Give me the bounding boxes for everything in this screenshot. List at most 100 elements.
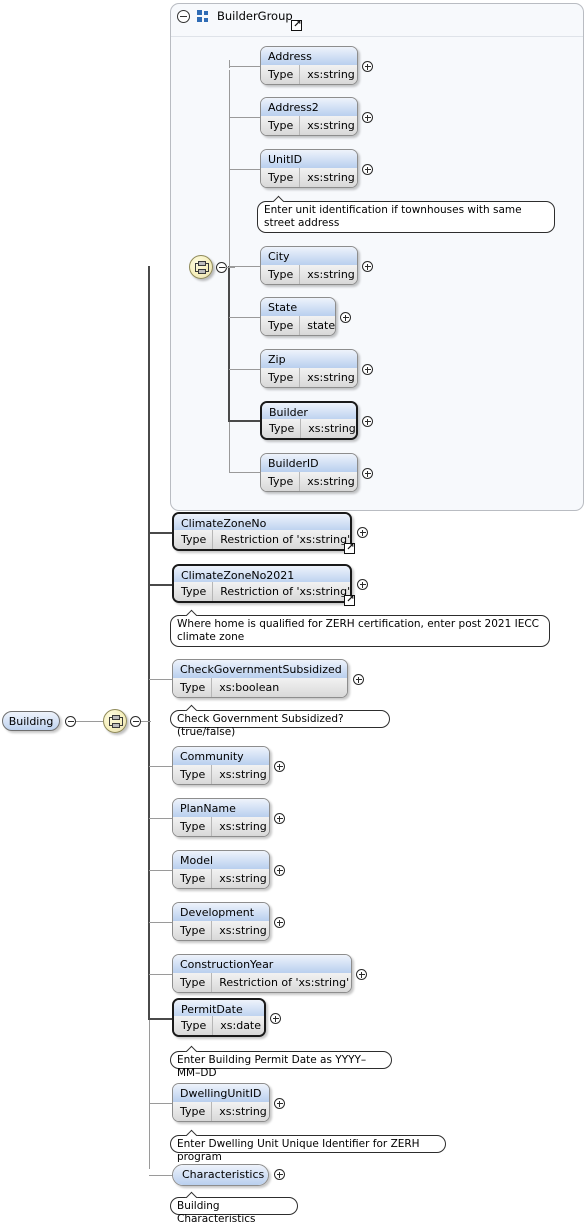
type-value: xs:string — [299, 65, 357, 84]
group-panel-buildergroup — [170, 3, 584, 511]
element-type-row: Type xs:string — [261, 368, 357, 387]
annotation-climatezoneno2021: Where home is qualified for ZERH certifi… — [170, 615, 550, 647]
expand-icon-climatezoneno[interactable] — [357, 527, 368, 538]
element-box-dwellingunitid[interactable]: DwellingUnitID Type xs:string — [172, 1083, 270, 1122]
expand-icon-zip[interactable] — [362, 364, 373, 375]
expand-icon-permitdate[interactable] — [270, 1013, 281, 1024]
sequence-collapse-icon-building[interactable] — [130, 716, 141, 727]
group-collapse-icon[interactable] — [177, 10, 190, 23]
type-value: xs:string — [299, 116, 357, 135]
element-type-row: Type xs:string — [173, 869, 269, 888]
annotation-text: Enter unit identification if townhouses … — [264, 204, 522, 229]
element-name: Characteristics — [173, 1165, 268, 1185]
branch-community — [149, 766, 173, 767]
element-type-row: Type xs:string — [173, 765, 269, 784]
branch-constructionyear — [149, 974, 173, 975]
expand-icon-state[interactable] — [340, 312, 351, 323]
type-label: Type — [181, 533, 207, 546]
element-box-unitid[interactable]: UnitID Type xs:string — [260, 149, 358, 188]
expand-icon-constructionyear[interactable] — [356, 969, 367, 980]
branch-unitid — [229, 169, 261, 170]
expand-icon-planname[interactable] — [274, 813, 285, 824]
element-type-row: Type xs:string — [261, 116, 357, 135]
element-box-address2[interactable]: Address2 Type xs:string — [260, 97, 358, 136]
group-squares-icon — [197, 10, 210, 22]
type-label: Type — [269, 422, 295, 435]
type-label: Type — [268, 319, 294, 332]
root-collapse-icon[interactable] — [65, 716, 76, 727]
trunk-to-sequence — [141, 721, 151, 722]
element-box-planname[interactable]: PlanName Type xs:string — [172, 798, 270, 837]
element-box-builderid[interactable]: BuilderID Type xs:string — [260, 453, 358, 492]
goto-definition-icon-climatezoneno2021[interactable] — [344, 594, 356, 606]
element-box-development[interactable]: Development Type xs:string — [172, 902, 270, 941]
element-box-checkgovernmentsubsidized[interactable]: CheckGovernmentSubsidized Type xs:boolea… — [172, 659, 348, 698]
expand-icon-community[interactable] — [274, 761, 285, 772]
element-box-climatezoneno2021[interactable]: ClimateZoneNo2021 Type Restriction of 'x… — [172, 564, 352, 603]
branch-state — [229, 317, 261, 318]
type-value: xs:string — [211, 1102, 269, 1121]
element-type-row: Type xs:date — [174, 1016, 264, 1035]
expand-icon-builder[interactable] — [362, 416, 373, 427]
branch-planname — [149, 818, 173, 819]
type-value: Restriction of 'xs:string' — [211, 973, 351, 992]
group-trunk-lower — [229, 420, 230, 472]
branch-builder — [228, 420, 261, 422]
goto-definition-icon-climatezoneno[interactable] — [344, 542, 356, 554]
element-box-builder[interactable]: Builder Type xs:string — [260, 401, 358, 440]
expand-icon-checkgovernmentsubsidized[interactable] — [353, 674, 364, 685]
expand-icon-dwellingunitid[interactable] — [274, 1098, 285, 1109]
group-trunk-required — [228, 266, 230, 421]
type-label: Type — [181, 1019, 207, 1032]
expand-icon-climatezoneno2021[interactable] — [357, 579, 368, 590]
expand-icon-address[interactable] — [362, 61, 373, 72]
element-box-permitdate[interactable]: PermitDate Type xs:date — [172, 998, 266, 1037]
type-label: Type — [180, 976, 206, 989]
expand-icon-city[interactable] — [362, 261, 373, 272]
element-box-characteristics[interactable]: Characteristics — [172, 1164, 269, 1186]
annotation-pointer — [185, 1129, 199, 1136]
sequence-compositor-icon-building[interactable] — [103, 709, 127, 733]
annotation-checkgovernmentsubsidized: Check Government Subsidized? (true/false… — [170, 710, 390, 738]
type-value: xs:string — [299, 368, 357, 387]
element-box-community[interactable]: Community Type xs:string — [172, 746, 270, 785]
group-goto-definition-icon[interactable] — [291, 19, 303, 31]
annotation-pointer — [272, 195, 286, 202]
element-box-city[interactable]: City Type xs:string — [260, 246, 358, 285]
element-box-climatezoneno[interactable]: ClimateZoneNo Type Restriction of 'xs:st… — [172, 512, 352, 551]
element-name: PlanName — [173, 799, 269, 818]
element-name: Address2 — [261, 98, 357, 117]
element-name: BuilderID — [261, 454, 357, 473]
expand-icon-address2[interactable] — [362, 112, 373, 123]
root-element-building[interactable]: Building — [2, 711, 60, 731]
type-label: Type — [181, 585, 207, 598]
type-label: Type — [180, 768, 206, 781]
expand-icon-characteristics[interactable] — [274, 1169, 285, 1180]
expand-icon-model[interactable] — [274, 865, 285, 876]
element-type-row: Type xs:string — [173, 817, 269, 836]
element-type-row: Type xs:string — [261, 65, 357, 84]
element-name: Model — [173, 851, 269, 870]
element-box-address[interactable]: Address Type xs:string — [260, 46, 358, 85]
element-box-zip[interactable]: Zip Type xs:string — [260, 349, 358, 388]
branch-climatezoneno — [148, 532, 173, 534]
group-trunk-entry — [225, 267, 235, 268]
expand-icon-development[interactable] — [274, 917, 285, 928]
annotation-pointer — [185, 704, 199, 711]
type-value: xs:date — [212, 1016, 264, 1035]
sequence-compositor-icon-buildergroup[interactable] — [189, 255, 213, 279]
element-type-row: Type xs:string — [173, 1102, 269, 1121]
element-box-constructionyear[interactable]: ConstructionYear Type Restriction of 'xs… — [172, 954, 352, 993]
group-title: BuilderGroup — [217, 9, 293, 23]
element-box-state[interactable]: State Type state — [260, 297, 336, 336]
element-type-row: Type Restriction of 'xs:string' — [173, 973, 351, 992]
type-label: Type — [180, 820, 206, 833]
type-label: Type — [268, 475, 294, 488]
annotation-text: Building Characteristics — [177, 1200, 256, 1225]
expand-icon-unitid[interactable] — [362, 164, 373, 175]
type-label: Type — [268, 371, 294, 384]
expand-icon-builderid[interactable] — [362, 468, 373, 479]
branch-address — [229, 66, 261, 67]
element-name: State — [261, 298, 335, 317]
element-box-model[interactable]: Model Type xs:string — [172, 850, 270, 889]
